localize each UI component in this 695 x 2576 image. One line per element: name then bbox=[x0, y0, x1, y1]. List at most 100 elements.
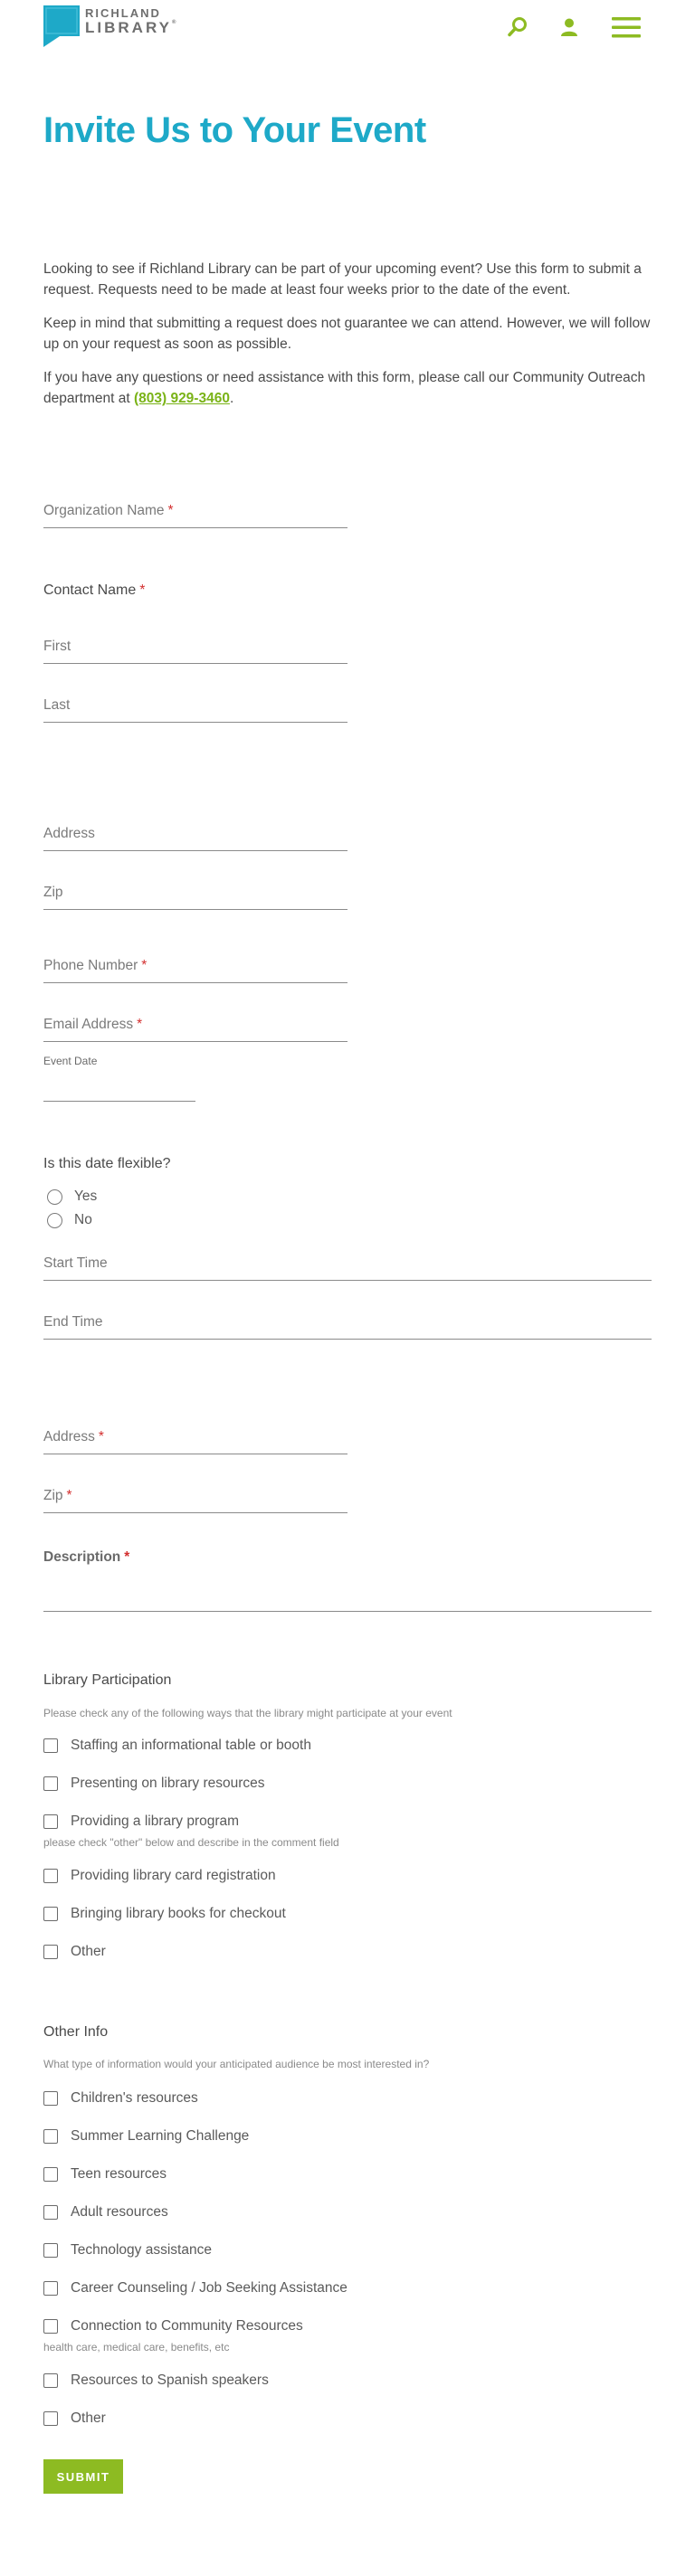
checkbox-label: Providing library card registration bbox=[71, 1868, 276, 1883]
required-marker: * bbox=[137, 1017, 143, 1032]
other-info-hint: What type of information would your anti… bbox=[43, 2058, 430, 2070]
phone-number-field[interactable]: Phone Number * bbox=[43, 953, 348, 983]
checkbox-community-resources[interactable]: Connection to Community Resources bbox=[43, 2318, 303, 2334]
checkbox-box bbox=[43, 2319, 58, 2334]
end-time-field[interactable]: End Time bbox=[43, 1312, 652, 1340]
user-icon[interactable] bbox=[555, 13, 584, 42]
library-participation-heading: Library Participation bbox=[43, 1672, 172, 1688]
page-title: Invite Us to Your Event bbox=[43, 110, 426, 150]
hamburger-menu-icon[interactable] bbox=[612, 13, 641, 42]
phone-link[interactable]: (803) 929-3460 bbox=[134, 391, 230, 406]
checkbox-label: Providing a library program bbox=[71, 1814, 240, 1829]
description-label: Description * bbox=[43, 1549, 130, 1565]
logo-text-line2: LIBRARY® bbox=[85, 19, 176, 36]
checkbox-spanish-speakers[interactable]: Resources to Spanish speakers bbox=[43, 2372, 269, 2389]
checkbox-label: Technology assistance bbox=[71, 2242, 212, 2258]
radio-yes[interactable]: Yes bbox=[47, 1189, 97, 1205]
checkbox-books-checkout[interactable]: Bringing library books for checkout bbox=[43, 1906, 286, 1922]
organization-name-field[interactable]: Organization Name * bbox=[43, 498, 348, 528]
checkbox-label: Children's resources bbox=[71, 2090, 198, 2106]
checkbox-box bbox=[43, 1907, 58, 1921]
site-header: RICHLAND LIBRARY® bbox=[0, 0, 695, 54]
community-resources-hint: health care, medical care, benefits, etc bbox=[43, 2341, 230, 2353]
zip-field[interactable]: Zip bbox=[43, 880, 348, 910]
checkbox-box bbox=[43, 1869, 58, 1883]
checkbox-label: Staffing an informational table or booth bbox=[71, 1738, 311, 1753]
contact-name-label: Contact Name * bbox=[43, 582, 146, 598]
start-time-label: Start Time bbox=[43, 1255, 108, 1271]
checkbox-library-card-registration[interactable]: Providing library card registration bbox=[43, 1868, 276, 1884]
event-address-field[interactable]: Address * bbox=[43, 1425, 348, 1454]
checkbox-box bbox=[43, 2129, 58, 2144]
library-program-hint: please check "other" below and describe … bbox=[43, 1836, 339, 1849]
date-flexible-question: Is this date flexible? bbox=[43, 1156, 171, 1171]
address-field[interactable]: Address bbox=[43, 821, 348, 851]
zip-label: Zip bbox=[43, 885, 63, 900]
first-name-field[interactable]: First bbox=[43, 634, 348, 664]
checkbox-label: Adult resources bbox=[71, 2204, 168, 2220]
first-name-label: First bbox=[43, 639, 71, 654]
checkbox-label: Teen resources bbox=[71, 2166, 167, 2182]
event-date-input[interactable] bbox=[43, 1075, 195, 1102]
checkbox-technology-assistance[interactable]: Technology assistance bbox=[43, 2242, 212, 2259]
radio-yes-label: Yes bbox=[74, 1189, 98, 1204]
checkbox-label: Resources to Spanish speakers bbox=[71, 2372, 269, 2388]
required-marker: * bbox=[124, 1549, 130, 1565]
address-label: Address bbox=[43, 826, 95, 841]
checkbox-box bbox=[43, 2243, 58, 2258]
checkbox-box bbox=[43, 2167, 58, 2182]
checkbox-presenting-resources[interactable]: Presenting on library resources bbox=[43, 1776, 265, 1792]
checkbox-label: Connection to Community Resources bbox=[71, 2318, 303, 2334]
submit-button[interactable]: SUBMIT bbox=[43, 2459, 123, 2494]
start-time-field[interactable]: Start Time bbox=[43, 1254, 652, 1281]
event-date-label: Event Date bbox=[43, 1055, 98, 1067]
checkbox-career-counseling[interactable]: Career Counseling / Job Seeking Assistan… bbox=[43, 2280, 348, 2297]
intro-paragraph-3: If you have any questions or need assist… bbox=[43, 370, 646, 406]
radio-circle bbox=[47, 1189, 62, 1205]
checkbox-staffing-table[interactable]: Staffing an informational table or booth bbox=[43, 1738, 311, 1754]
required-marker: * bbox=[167, 503, 174, 518]
required-marker: * bbox=[141, 958, 148, 973]
event-zip-label: Zip bbox=[43, 1488, 63, 1503]
intro-paragraph-2: Keep in mind that submitting a request d… bbox=[43, 316, 651, 352]
intro-paragraph-1: Looking to see if Richland Library can b… bbox=[43, 261, 642, 298]
phone-number-label: Phone Number bbox=[43, 958, 138, 973]
last-name-field[interactable]: Last bbox=[43, 693, 348, 723]
search-icon[interactable] bbox=[503, 13, 532, 42]
end-time-label: End Time bbox=[43, 1314, 103, 1330]
checkbox-summer-learning[interactable]: Summer Learning Challenge bbox=[43, 2128, 249, 2145]
library-participation-hint: Please check any of the following ways t… bbox=[43, 1707, 452, 1719]
event-zip-field[interactable]: Zip * bbox=[43, 1483, 348, 1513]
checkbox-teen-resources[interactable]: Teen resources bbox=[43, 2166, 167, 2183]
checkbox-other-info-other[interactable]: Other bbox=[43, 2410, 106, 2427]
checkbox-box bbox=[43, 2205, 58, 2220]
last-name-label: Last bbox=[43, 697, 71, 713]
description-textarea[interactable] bbox=[43, 1611, 652, 1612]
checkbox-box bbox=[43, 1945, 58, 1959]
richland-library-logo[interactable]: RICHLAND LIBRARY® bbox=[43, 5, 176, 47]
email-address-field[interactable]: Email Address * bbox=[43, 1012, 348, 1042]
email-address-label: Email Address bbox=[43, 1017, 134, 1032]
checkbox-box bbox=[43, 1776, 58, 1791]
organization-name-label: Organization Name bbox=[43, 503, 165, 518]
checkbox-childrens-resources[interactable]: Children's resources bbox=[43, 2090, 198, 2107]
required-marker: * bbox=[66, 1488, 72, 1503]
checkbox-box bbox=[43, 2411, 58, 2426]
radio-circle bbox=[47, 1212, 62, 1228]
other-info-heading: Other Info bbox=[43, 2024, 109, 2040]
required-marker: * bbox=[98, 1429, 104, 1444]
checkbox-box bbox=[43, 1738, 58, 1753]
radio-no-label: No bbox=[74, 1212, 92, 1227]
checkbox-box bbox=[43, 2281, 58, 2296]
checkbox-participation-other[interactable]: Other bbox=[43, 1944, 106, 1960]
checkbox-adult-resources[interactable]: Adult resources bbox=[43, 2204, 168, 2221]
checkbox-label: Summer Learning Challenge bbox=[71, 2128, 250, 2144]
checkbox-library-program[interactable]: Providing a library program bbox=[43, 1814, 239, 1830]
checkbox-box bbox=[43, 1814, 58, 1829]
intro-text: Looking to see if Richland Library can b… bbox=[43, 259, 652, 421]
radio-no[interactable]: No bbox=[47, 1212, 92, 1228]
registered-mark: ® bbox=[171, 20, 176, 25]
checkbox-label: Presenting on library resources bbox=[71, 1776, 265, 1791]
required-marker: * bbox=[139, 582, 146, 598]
checkbox-label: Other bbox=[71, 2410, 106, 2426]
